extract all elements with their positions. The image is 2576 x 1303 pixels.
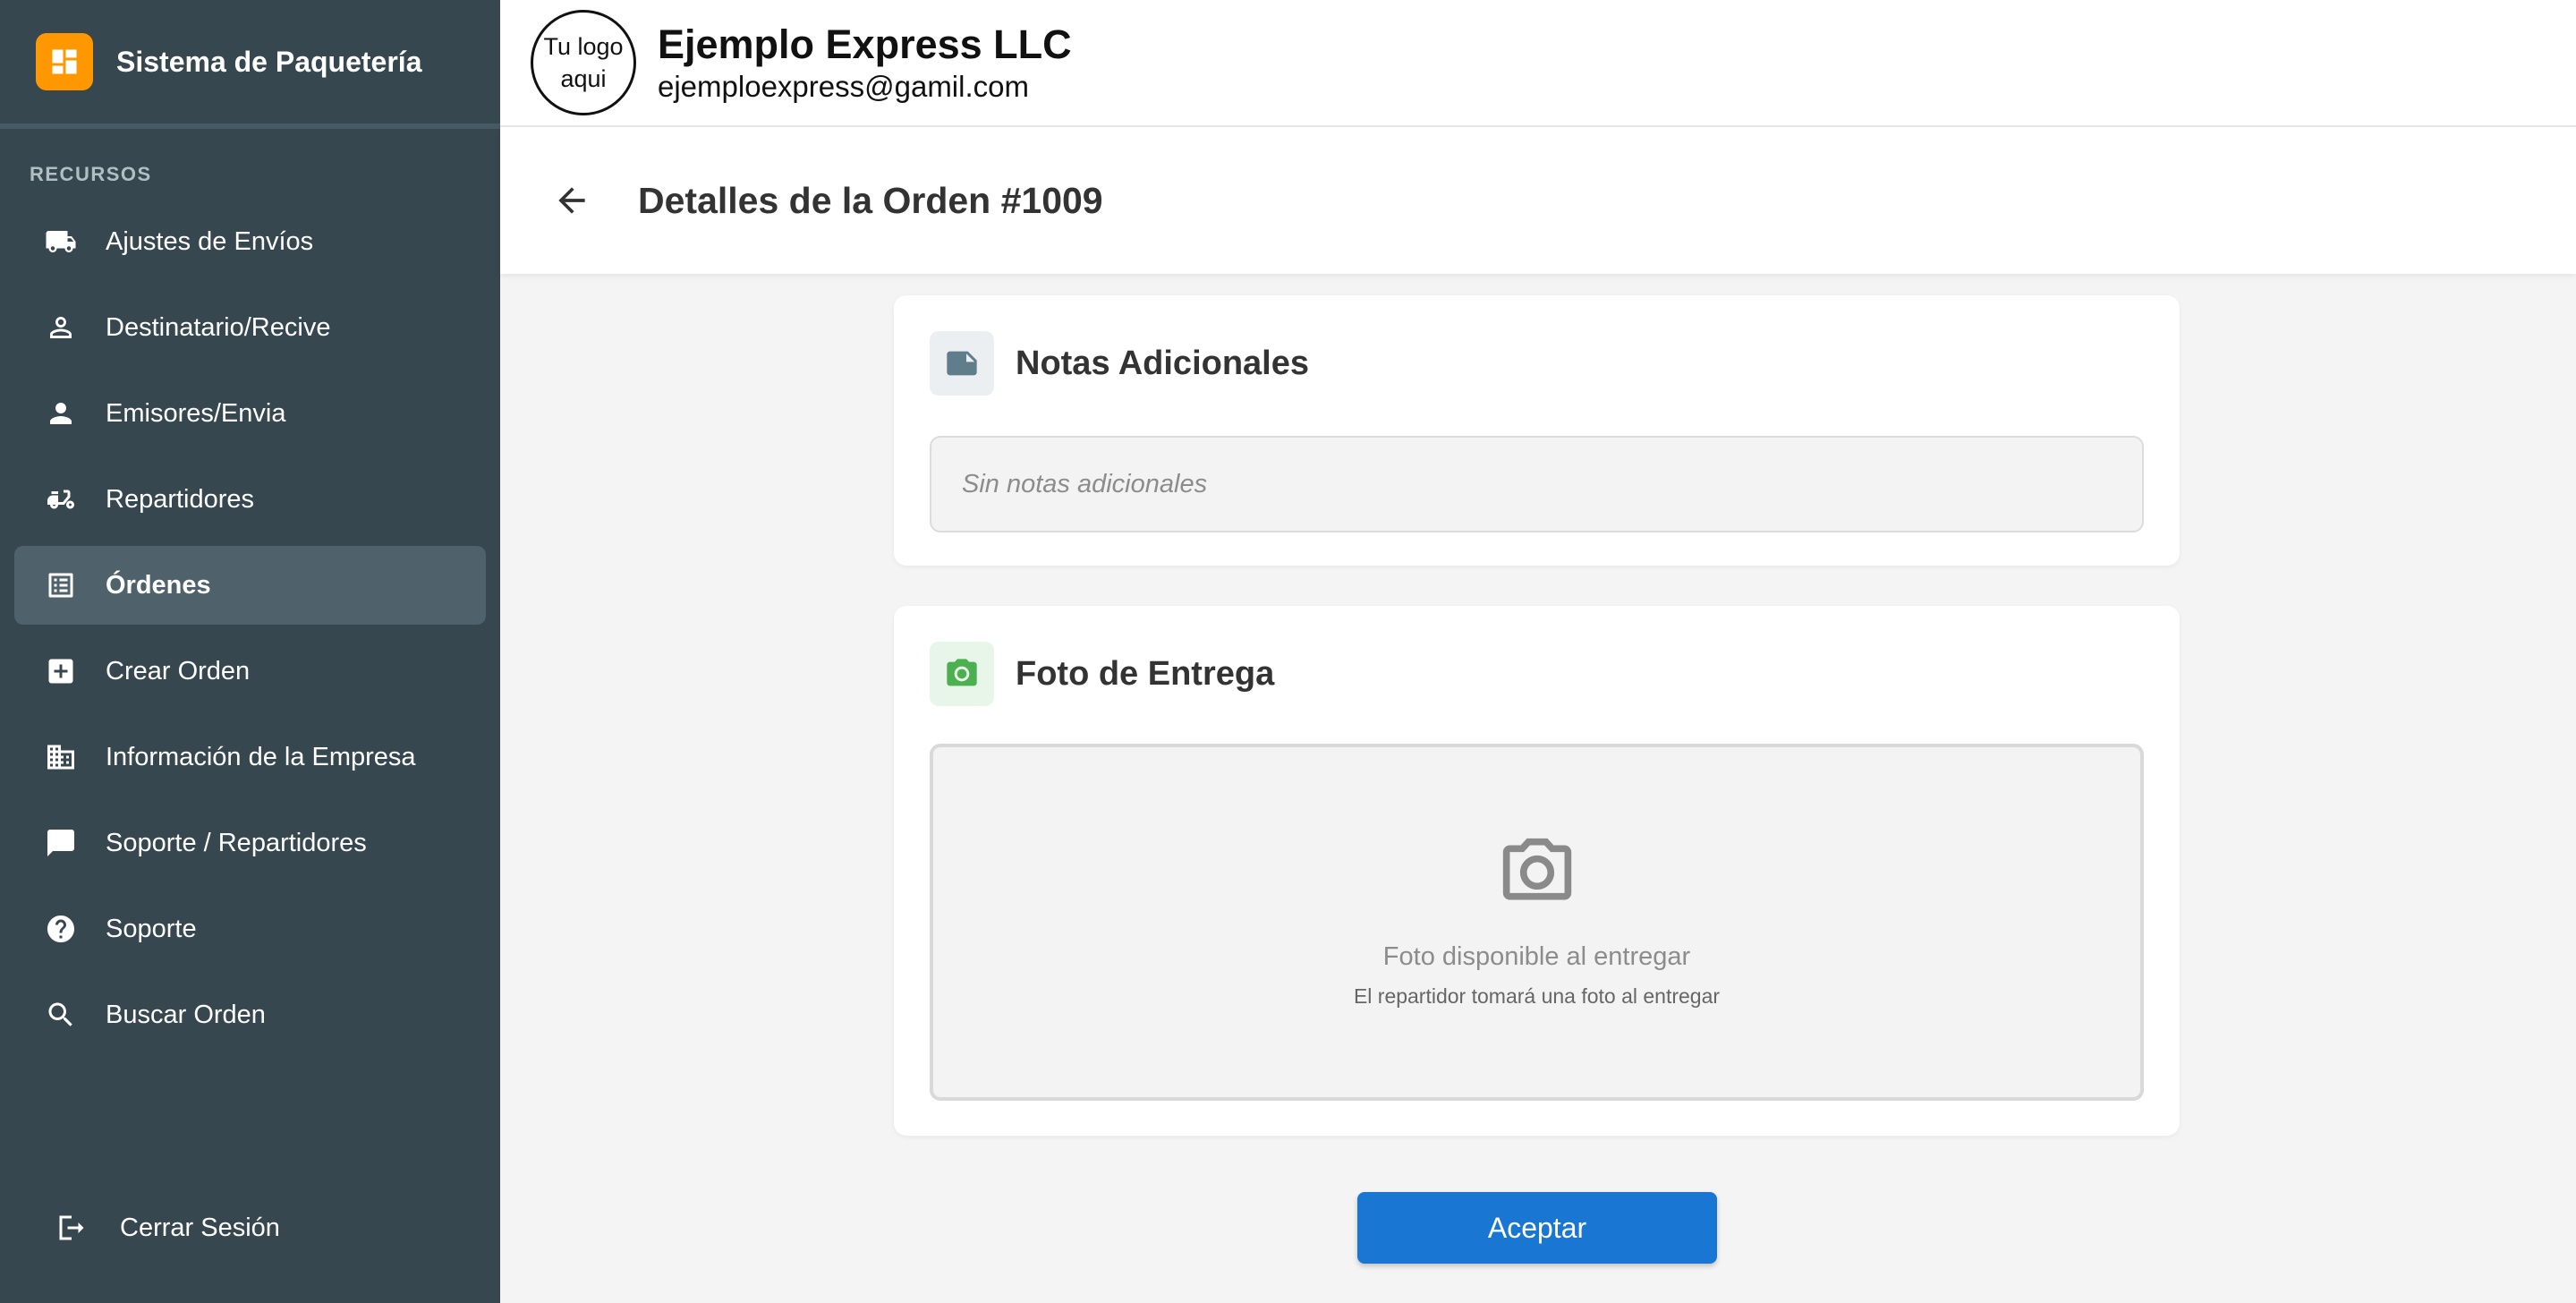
person-icon [43, 396, 79, 431]
logout-icon [54, 1210, 89, 1246]
sidebar-item-label: Crear Orden [106, 656, 251, 686]
sidebar-item-repartidores[interactable]: Repartidores [14, 460, 486, 539]
person-outline-icon [43, 310, 79, 345]
camera-placeholder-icon [1496, 835, 1578, 910]
sidebar-item-emisores[interactable]: Emisores/Envia [14, 374, 486, 453]
logo-text-line1: Tu logo [543, 33, 624, 60]
sidebar-item-crear-orden[interactable]: Crear Orden [14, 632, 486, 711]
truck-icon [43, 224, 79, 260]
main-content: Notas Adicionales Sin notas adicionales … [500, 274, 2576, 1303]
sidebar-nav: Ajustes de Envíos Destinatario/Recive Em… [0, 202, 500, 1054]
photo-status-text: Foto disponible al entregar [1382, 942, 1691, 971]
sidebar-item-label: Órdenes [106, 570, 211, 600]
chat-icon [43, 825, 79, 861]
building-icon [43, 739, 79, 775]
sidebar-item-informacion-empresa[interactable]: Información de la Empresa [14, 718, 486, 796]
sidebar-item-label: Ajustes de Envíos [106, 226, 314, 256]
company-email: ejemploexpress@gamil.com [658, 70, 1029, 103]
photo-title: Foto de Entrega [1016, 654, 1275, 693]
sidebar-item-soporte-repartidores[interactable]: Soporte / Repartidores [14, 804, 486, 882]
accept-button[interactable]: Aceptar [1357, 1192, 1717, 1264]
search-icon [43, 997, 79, 1033]
notes-card-header: Notas Adicionales [930, 331, 2180, 396]
company-info: Ejemplo Express LLC ejemploexpress@gamil… [658, 21, 1072, 105]
top-header: Tu logo aqui Ejemplo Express LLC ejemplo… [500, 0, 2576, 127]
sidebar-item-buscar-orden[interactable]: Buscar Orden [14, 975, 486, 1054]
logout-label: Cerrar Sesión [120, 1213, 280, 1242]
camera-icon [930, 642, 994, 706]
company-logo-placeholder: Tu logo aqui [531, 10, 636, 115]
sidebar-item-ajustes-envios[interactable]: Ajustes de Envíos [14, 202, 486, 281]
back-button[interactable] [545, 174, 599, 227]
sidebar-item-label: Buscar Orden [106, 1000, 266, 1029]
photo-card-header: Foto de Entrega [930, 642, 2180, 706]
delivery-scooter-icon [43, 481, 79, 517]
sidebar-item-destinatario[interactable]: Destinatario/Recive [14, 288, 486, 367]
company-name: Ejemplo Express LLC [658, 21, 1072, 67]
notes-placeholder: Sin notas adicionales [962, 469, 1208, 498]
page-title-bar: Detalles de la Orden #1009 [500, 127, 2576, 274]
sidebar-item-label: Información de la Empresa [106, 742, 416, 771]
photo-hint-text: El repartidor tomará una foto al entrega… [1353, 984, 1721, 1008]
notes-field[interactable]: Sin notas adicionales [930, 436, 2144, 532]
sidebar: Sistema de Paquetería RECURSOS Ajustes d… [0, 0, 500, 1303]
photo-placeholder-area: Foto disponible al entregar El repartido… [930, 744, 2144, 1101]
help-icon [43, 911, 79, 947]
notes-card: Notas Adicionales Sin notas adicionales [894, 295, 2180, 566]
dashboard-icon [36, 33, 93, 90]
app-title: Sistema de Paquetería [116, 45, 422, 78]
sidebar-item-ordenes[interactable]: Órdenes [14, 546, 486, 625]
delivery-photo-card: Foto de Entrega Foto disponible al entre… [894, 606, 2180, 1136]
sidebar-item-label: Destinatario/Recive [106, 312, 331, 342]
sidebar-item-soporte[interactable]: Soporte [14, 890, 486, 968]
sidebar-item-label: Repartidores [106, 484, 255, 514]
notes-title: Notas Adicionales [1016, 344, 1310, 382]
logout-button[interactable]: Cerrar Sesión [14, 1188, 486, 1267]
sidebar-item-label: Emisores/Envia [106, 398, 286, 428]
list-icon [43, 567, 79, 603]
sidebar-item-label: Soporte / Repartidores [106, 828, 367, 857]
section-label-recursos: RECURSOS [30, 163, 152, 185]
sidebar-brand: Sistema de Paquetería [0, 0, 500, 129]
page-title: Detalles de la Orden #1009 [638, 179, 1103, 221]
add-box-icon [43, 653, 79, 689]
logo-text-line2: aqui [560, 65, 607, 92]
arrow-back-icon [558, 187, 585, 214]
note-icon [930, 331, 994, 396]
sidebar-item-label: Soporte [106, 914, 197, 943]
